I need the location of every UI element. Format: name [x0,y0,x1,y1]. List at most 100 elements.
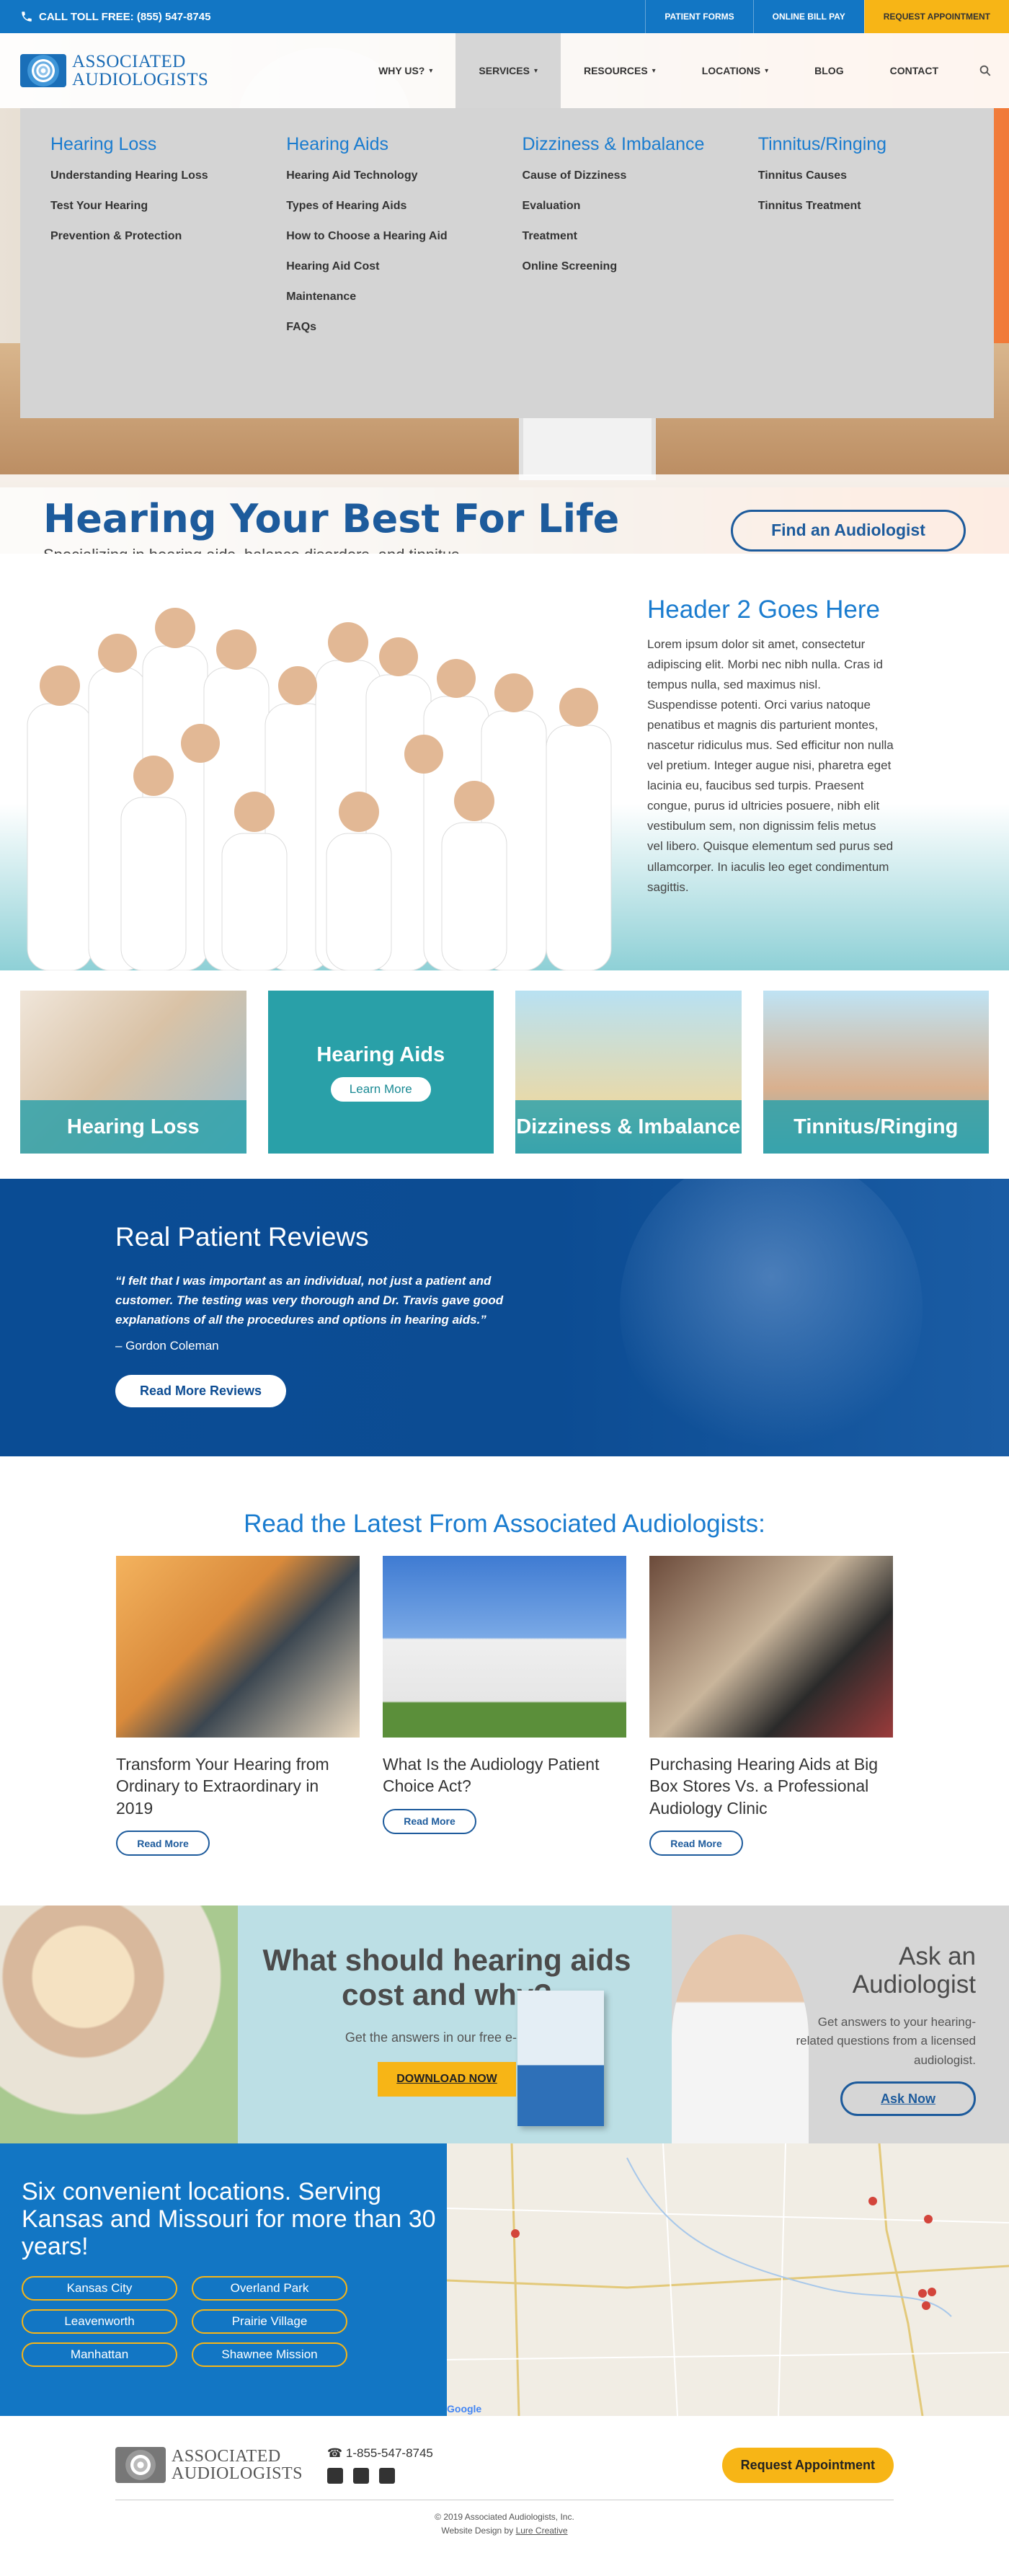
location-kansas-city[interactable]: Kansas City [22,2276,177,2301]
search-button[interactable] [961,33,1009,108]
map-pin-icon [922,2301,930,2310]
learn-more-button[interactable]: Learn More [330,1076,431,1102]
blog-post: What Is the Audiology Patient Choice Act… [383,1556,626,1856]
ebook-promo: What should hearing aids cost and why? G… [0,1906,672,2143]
hero-subtitle: Specializing in hearing aids, balance di… [43,546,619,554]
chevron-down-icon: ▾ [533,66,538,75]
tile-tinnitus[interactable]: Tinnitus/Ringing [763,991,989,1154]
tile-hearing-aids[interactable]: Hearing Aids Learn More [267,991,494,1154]
mega-link[interactable]: Understanding Hearing Loss [50,169,286,182]
footer-logo[interactable]: ASSOCIATED AUDIOLOGISTS [115,2447,303,2483]
mega-link[interactable]: Hearing Aid Technology [286,169,522,182]
online-bill-pay-link[interactable]: ONLINE BILL PAY [752,0,864,33]
find-audiologist-button[interactable]: Find an Audiologist [731,509,966,552]
blog-post-title[interactable]: Purchasing Hearing Aids at Big Box Store… [649,1753,893,1819]
location-leavenworth[interactable]: Leavenworth [22,2309,177,2334]
mega-link[interactable]: Evaluation [523,200,758,213]
read-more-button[interactable]: Read More [116,1831,210,1856]
ask-now-button[interactable]: Ask Now [840,2081,976,2117]
map-pin-icon [511,2229,520,2238]
footer-request-appointment-button[interactable]: Request Appointment [721,2447,894,2483]
blog-post-title[interactable]: What Is the Audiology Patient Choice Act… [383,1753,626,1797]
chevron-down-icon: ▾ [652,66,656,75]
nav-label: WHY US? [378,65,425,76]
logo-line-1: ASSOCIATED [72,52,186,71]
blog-post-image[interactable] [116,1556,360,1738]
reviewer-photo [620,1179,923,1456]
mega-link[interactable]: Tinnitus Causes [758,169,994,182]
chevron-down-icon: ▾ [765,66,769,75]
map-pins [511,2197,936,2310]
mega-link[interactable]: Cause of Dizziness [523,169,758,182]
review-quote: “I felt that I was important as an indiv… [115,1274,504,1327]
location-shawnee-mission[interactable]: Shawnee Mission [192,2342,347,2368]
mega-heading-tinnitus[interactable]: Tinnitus/Ringing [758,134,994,155]
logo-mark-icon [20,54,66,87]
mega-link[interactable]: Prevention & Protection [50,230,286,243]
team-photo [20,596,618,971]
mega-link[interactable]: Test Your Hearing [50,200,286,213]
request-appointment-button[interactable]: REQUEST APPOINTMENT [863,0,1009,33]
mega-link[interactable]: Maintenance [286,291,522,304]
credit-link[interactable]: Lure Creative [516,2526,568,2536]
mega-link[interactable]: Online Screening [523,260,758,273]
nav-resources[interactable]: RESOURCES ▾ [561,33,679,108]
mega-link[interactable]: Tinnitus Treatment [758,200,994,213]
blog-section: Read the Latest From Associated Audiolog… [0,1456,1009,1906]
nav-why-us[interactable]: WHY US? ▾ [355,33,455,108]
nav-locations[interactable]: LOCATIONS ▾ [679,33,791,108]
mega-link[interactable]: FAQs [286,321,522,334]
map-pin-icon [924,2215,933,2223]
blog-post-image[interactable] [383,1556,626,1738]
blog-post-title[interactable]: Transform Your Hearing from Ordinary to … [116,1753,360,1819]
site-header: ASSOCIATED AUDIOLOGISTS WHY US? ▾ SERVICE… [0,33,1009,108]
nav-label: BLOG [814,65,844,76]
tile-hearing-loss[interactable]: Hearing Loss [20,991,246,1154]
tile-label: Hearing Loss [20,1100,246,1154]
team-heading: Header 2 Goes Here [647,596,880,624]
location-prairie-village[interactable]: Prairie Village [192,2309,347,2334]
locations-section: Six convenient locations. Serving Kansas… [0,2143,1009,2416]
team-section: Header 2 Goes Here Lorem ipsum dolor sit… [0,554,1009,971]
mega-heading-hearing-aids[interactable]: Hearing Aids [286,134,522,155]
mega-link[interactable]: Types of Hearing Aids [286,200,522,213]
ask-body: Get answers to your hearing-related ques… [796,2015,976,2067]
read-more-button[interactable]: Read More [649,1831,743,1856]
blog-post-image[interactable] [649,1556,893,1738]
mega-heading-dizziness[interactable]: Dizziness & Imbalance [523,134,758,155]
logo-line-2: AUDIOLOGISTS [72,70,209,89]
mega-link[interactable]: Hearing Aid Cost [286,260,522,273]
toll-free-number[interactable]: CALL TOLL FREE: (855) 547-8745 [0,0,210,33]
mega-heading-hearing-loss[interactable]: Hearing Loss [50,134,286,155]
mega-link[interactable]: How to Choose a Hearing Aid [286,230,522,243]
read-more-reviews-button[interactable]: Read More Reviews [115,1374,287,1407]
nav-services[interactable]: SERVICES ▾ [455,33,561,108]
footer-logo-mark-icon [115,2447,166,2483]
download-now-button[interactable]: DOWNLOAD NOW [378,2062,516,2097]
footer-logo-line-2: AUDIOLOGISTS [172,2464,303,2483]
location-overland-park[interactable]: Overland Park [192,2276,347,2301]
toll-free-text: CALL TOLL FREE: (855) 547-8745 [39,10,211,23]
nav-label: RESOURCES [583,65,648,76]
site-logo[interactable]: ASSOCIATED AUDIOLOGISTS [20,53,208,89]
tile-dizziness[interactable]: Dizziness & Imbalance [515,991,742,1154]
ebook-promo-photo [0,1906,238,2143]
nav-blog[interactable]: BLOG [791,33,866,108]
blog-post: Transform Your Hearing from Ordinary to … [116,1556,360,1856]
read-more-button[interactable]: Read More [383,1808,476,1834]
top-utility-bar: CALL TOLL FREE: (855) 547-8745 PATIENT F… [0,0,1009,33]
twitter-icon[interactable] [353,2468,369,2484]
nav-contact[interactable]: CONTACT [867,33,961,108]
facebook-icon[interactable] [327,2468,343,2484]
location-manhattan[interactable]: Manhattan [22,2342,177,2368]
locations-map[interactable]: Google [447,2143,1009,2416]
youtube-icon[interactable] [379,2468,395,2484]
map-pin-icon [918,2289,927,2298]
patient-forms-link[interactable]: PATIENT FORMS [645,0,752,33]
mega-link[interactable]: Treatment [523,230,758,243]
footer-phone-number: 1-855-547-8745 [345,2446,433,2460]
ebook-cover[interactable] [517,1991,604,2126]
credit-line: Website Design by Lure Creative [0,2524,1009,2538]
footer-phone[interactable]: ☎ 1-855-547-8745 [327,2446,433,2461]
tile-heading: Hearing Aids [316,1043,445,1066]
